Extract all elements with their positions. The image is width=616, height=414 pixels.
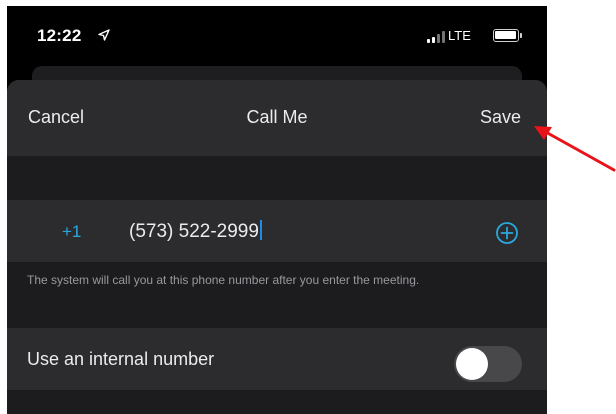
carrier-label: LTE <box>448 28 471 43</box>
phone-screen: 12:22 LTE Cancel Call Me Save +1 (573) 5… <box>7 6 547 414</box>
helper-section: The system will call you at this phone n… <box>7 262 547 328</box>
internal-number-label: Use an internal number <box>27 349 215 369</box>
toggle-knob <box>456 348 488 380</box>
helper-text: The system will call you at this phone n… <box>27 273 420 287</box>
internal-number-toggle[interactable] <box>454 346 522 382</box>
phone-number-input[interactable]: (573) 522-2999 <box>129 220 262 243</box>
status-time: 12:22 <box>37 26 82 45</box>
internal-number-row: Use an internal number <box>7 328 547 390</box>
section-spacer <box>7 156 547 200</box>
phone-number-row[interactable]: +1 (573) 522-2999 <box>7 200 547 262</box>
text-caret <box>259 220 262 240</box>
nav-bar: Cancel Call Me Save <box>7 80 547 156</box>
battery-tip <box>520 33 522 38</box>
signal-bars-icon <box>427 31 447 43</box>
save-button[interactable]: Save <box>480 107 521 128</box>
status-bar: 12:22 LTE <box>7 6 547 68</box>
page-title: Call Me <box>246 107 308 127</box>
phone-number-value: (573) 522-2999 <box>129 221 259 242</box>
red-arrow-icon <box>534 126 616 172</box>
call-me-sheet: Cancel Call Me Save +1 (573) 522-2999 Th… <box>7 80 547 414</box>
bottom-spacer <box>7 390 547 414</box>
country-code-button[interactable]: +1 <box>62 222 81 242</box>
location-arrow-icon <box>98 29 110 41</box>
battery-icon <box>493 29 519 42</box>
plus-circle-icon[interactable] <box>495 221 519 245</box>
